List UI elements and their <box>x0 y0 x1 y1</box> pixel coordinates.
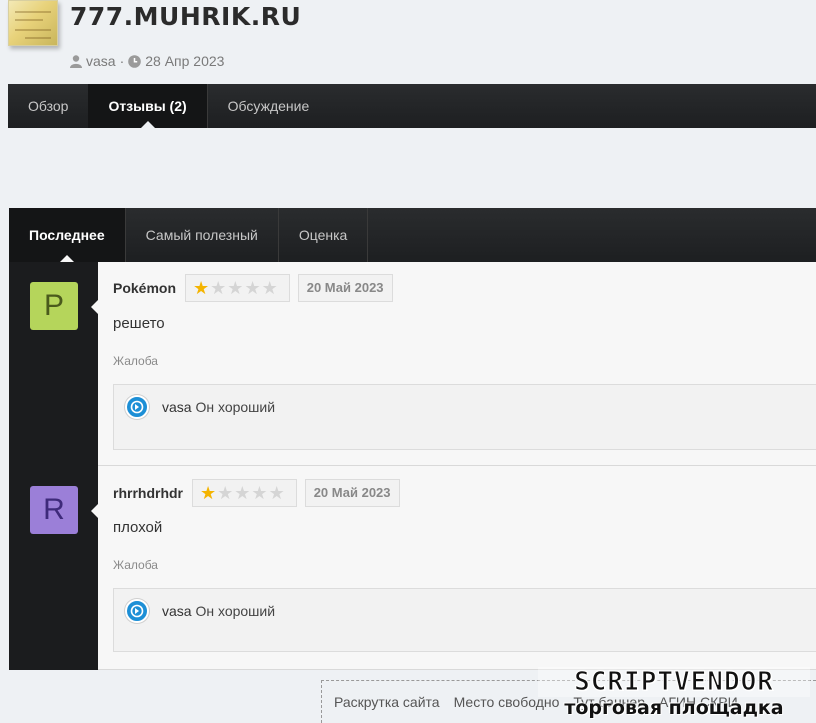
watermark-subtitle: торговая площадка <box>564 697 784 719</box>
star-empty-icon: ★ <box>217 483 234 503</box>
star-empty-icon: ★ <box>244 278 261 298</box>
avatar[interactable]: R <box>30 486 78 534</box>
author-link[interactable]: vasa <box>86 53 116 69</box>
resource-tabs: Обзор Отзывы (2) Обсуждение <box>8 84 816 128</box>
star-filled-icon: ★ <box>193 278 210 298</box>
star-empty-icon: ★ <box>251 483 268 503</box>
review-body: Pokémon ★ ★ ★ ★ ★ 20 Май 2023 решето Жал… <box>91 262 816 466</box>
review-date[interactable]: 20 Май 2023 <box>297 274 393 302</box>
star-empty-icon: ★ <box>261 278 278 298</box>
resource-meta: vasa · 28 Апр 2023 <box>70 53 224 69</box>
watermark-title: SCRIPTVENDOR <box>538 667 810 698</box>
review-header: Pokémon ★ ★ ★ ★ ★ 20 Май 2023 <box>113 274 393 302</box>
reply-text: Он хороший <box>195 399 276 415</box>
tab-discussion[interactable]: Обсуждение <box>208 84 330 128</box>
review-author[interactable]: Pokémon <box>113 280 176 296</box>
review-text: плохой <box>113 519 163 536</box>
reply-author[interactable]: vasa <box>162 603 192 619</box>
bubble-pointer <box>91 300 98 314</box>
reply-avatar-icon[interactable] <box>125 395 149 419</box>
review-item: P Pokémon ★ ★ ★ ★ ★ 20 Май 2023 решето Ж… <box>9 262 816 466</box>
author-reply: vasa Он хороший <box>113 588 816 652</box>
watermark: SCRIPTVENDOR торговая площадка <box>538 667 810 719</box>
review-avatar-column: R <box>9 466 98 670</box>
reply-line: vasa Он хороший <box>162 603 275 619</box>
tab-latest[interactable]: Последнее <box>9 208 126 262</box>
meta-separator: · <box>119 53 125 69</box>
star-empty-icon: ★ <box>227 278 244 298</box>
review-body: rhrrhdrhdr ★ ★ ★ ★ ★ 20 Май 2023 плохой … <box>91 466 816 670</box>
reply-author[interactable]: vasa <box>162 399 192 415</box>
resource-thumbnail[interactable] <box>8 0 58 46</box>
tab-overview[interactable]: Обзор <box>8 84 88 128</box>
reply-line: vasa Он хороший <box>162 399 275 415</box>
page-title: 777.MUHRIK.RU <box>70 2 302 31</box>
reply-avatar-icon[interactable] <box>125 599 149 623</box>
star-filled-icon: ★ <box>200 483 217 503</box>
avatar[interactable]: P <box>30 282 78 330</box>
review-date[interactable]: 20 Май 2023 <box>304 479 400 507</box>
review-text: решето <box>113 315 165 332</box>
clock-icon <box>128 54 142 68</box>
review-header: rhrrhdrhdr ★ ★ ★ ★ ★ 20 Май 2023 <box>113 479 400 507</box>
report-link[interactable]: Жалоба <box>113 354 158 368</box>
bubble-pointer <box>91 504 98 518</box>
user-icon <box>70 54 82 68</box>
rating-stars: ★ ★ ★ ★ ★ <box>185 274 290 302</box>
review-sort-tabs: Последнее Самый полезный Оценка <box>9 208 816 262</box>
footer-link[interactable]: Раскрутка сайта <box>334 694 440 723</box>
tab-rating[interactable]: Оценка <box>279 208 369 262</box>
review-author[interactable]: rhrrhdrhdr <box>113 485 183 501</box>
tab-reviews[interactable]: Отзывы (2) <box>88 84 208 128</box>
report-link[interactable]: Жалоба <box>113 558 158 572</box>
rating-stars: ★ ★ ★ ★ ★ <box>192 479 297 507</box>
tab-most-helpful[interactable]: Самый полезный <box>126 208 279 262</box>
review-avatar-column: P <box>9 262 98 466</box>
star-empty-icon: ★ <box>268 483 285 503</box>
author-reply: vasa Он хороший <box>113 384 816 450</box>
star-empty-icon: ★ <box>210 278 227 298</box>
star-empty-icon: ★ <box>234 483 251 503</box>
resource-date: 28 Апр 2023 <box>145 53 225 69</box>
reply-text: Он хороший <box>195 603 276 619</box>
review-item: R rhrrhdrhdr ★ ★ ★ ★ ★ 20 Май 2023 плохо… <box>9 466 816 670</box>
